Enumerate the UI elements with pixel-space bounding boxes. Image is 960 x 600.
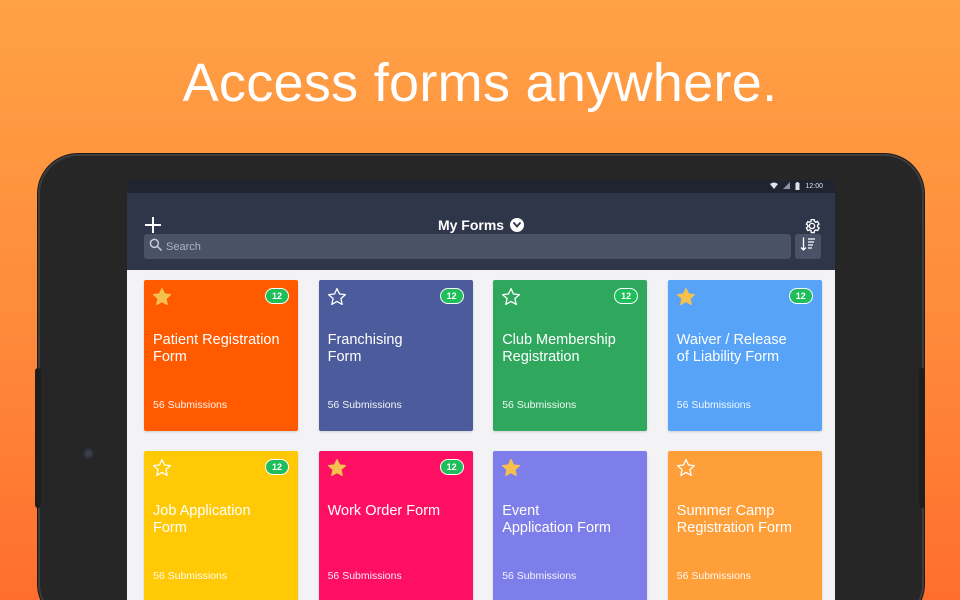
form-submissions: 56 Submissions <box>327 399 402 411</box>
form-title: Job Application Form <box>153 503 251 536</box>
form-title: Event Application Form <box>502 503 611 536</box>
form-title: Work Order Form <box>327 503 441 519</box>
status-bar: 12:00 <box>127 180 835 193</box>
chevron-down-icon[interactable] <box>510 218 525 232</box>
star-icon[interactable] <box>152 287 172 307</box>
star-icon[interactable] <box>676 458 696 478</box>
page-title-text: My Forms <box>437 217 505 233</box>
form-submissions: 56 Submissions <box>676 399 751 411</box>
submission-count-badge: 12 <box>265 459 289 475</box>
app-bar: My Forms <box>127 193 835 270</box>
submission-count-badge: 12 <box>788 288 813 304</box>
submission-count-badge: 12 <box>265 288 289 304</box>
star-icon[interactable] <box>501 287 521 307</box>
form-card[interactable]: Event Application Form 56 Submissions <box>493 451 648 600</box>
gear-icon[interactable] <box>803 217 821 235</box>
form-submissions: 56 Submissions <box>502 570 577 582</box>
status-time: 12:00 <box>805 183 823 190</box>
form-submissions: 56 Submissions <box>502 399 577 411</box>
star-icon[interactable] <box>327 287 347 307</box>
search-bar[interactable] <box>144 234 791 259</box>
signal-icon <box>783 182 791 191</box>
form-card[interactable]: 12 Work Order Form 56 Submissions <box>318 451 473 600</box>
form-title: Patient Registration Form <box>153 332 280 365</box>
wifi-icon <box>770 182 779 191</box>
sort-icon <box>800 236 816 257</box>
headline: Access forms anywhere. <box>182 53 778 113</box>
form-card[interactable]: 12 Job Application Form 56 Submissions <box>144 451 298 600</box>
form-card[interactable]: 12 Waiver / Release of Liability Form 56 … <box>667 280 822 431</box>
battery-icon <box>795 181 800 192</box>
search-icon <box>149 238 162 256</box>
page-title[interactable]: My Forms <box>127 217 835 233</box>
form-submissions: 56 Submissions <box>153 570 228 582</box>
camera-icon <box>83 448 94 459</box>
form-card[interactable]: 12 Franchising Form 56 Submissions <box>318 280 473 431</box>
form-submissions: 56 Submissions <box>676 570 751 582</box>
form-submissions: 56 Submissions <box>327 570 402 582</box>
star-icon[interactable] <box>676 287 696 307</box>
form-title: Summer Camp Registration Form <box>676 503 793 536</box>
star-icon[interactable] <box>327 458 347 478</box>
forms-grid: 12 Patient Registration Form 56 Submissio… <box>144 280 822 600</box>
form-title: Waiver / Release of Liability Form <box>676 332 787 365</box>
form-card[interactable]: 12 Patient Registration Form 56 Submissio… <box>144 280 298 431</box>
form-title: Franchising Form <box>327 332 403 365</box>
form-title: Club Membership Registration <box>502 332 616 365</box>
sort-button[interactable] <box>795 234 821 259</box>
tablet-side-button <box>919 368 925 508</box>
form-card[interactable]: 12 Club Membership Registration 56 Submis… <box>493 280 648 431</box>
submission-count-badge: 12 <box>614 288 639 304</box>
tablet-side-button <box>35 368 41 508</box>
search-input[interactable] <box>166 240 766 253</box>
form-submissions: 56 Submissions <box>153 399 228 411</box>
star-icon[interactable] <box>152 458 172 478</box>
form-card[interactable]: Summer Camp Registration Form 56 Submissi… <box>667 451 822 600</box>
submission-count-badge: 12 <box>439 288 464 304</box>
app-screen: 12:00 My Forms Search 12 Patient Registr… <box>127 180 835 600</box>
submission-count-badge: 12 <box>439 459 464 475</box>
star-icon[interactable] <box>501 458 521 478</box>
